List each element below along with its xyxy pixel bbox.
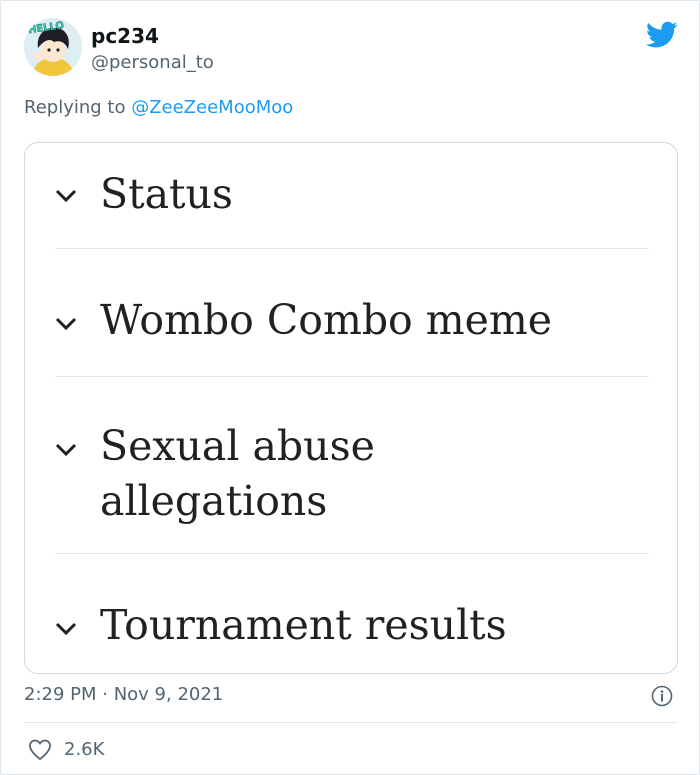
display-name[interactable]: pc234 <box>91 23 159 49</box>
section-divider <box>55 376 649 377</box>
section-label: Status <box>100 170 233 218</box>
section-label: Tournament results <box>100 601 507 649</box>
chevron-down-icon <box>55 622 77 636</box>
replying-to: Replying to @ZeeZeeMooMoo <box>24 96 293 120</box>
twitter-bird-icon[interactable] <box>646 21 678 49</box>
replying-prefix: Replying to <box>24 97 132 118</box>
reply-mention-link[interactable]: @ZeeZeeMooMoo <box>131 97 293 118</box>
accordion-section-wombo-combo[interactable]: Wombo Combo meme <box>55 293 649 353</box>
avatar[interactable]: HELLO <box>24 18 82 76</box>
tweet-card: HELLO pc234 @personal_to Replying to @Ze… <box>0 0 700 775</box>
chevron-down-icon <box>55 189 77 203</box>
info-icon[interactable] <box>651 685 673 707</box>
section-divider <box>55 248 649 249</box>
tweet-timestamp[interactable]: 2:29 PM · Nov 9, 2021 <box>24 683 223 707</box>
section-divider <box>55 553 649 554</box>
accordion-section-allegations[interactable]: Sexual abuse allegations <box>55 419 649 529</box>
accordion-section-tournament[interactable]: Tournament results <box>55 598 649 658</box>
embedded-image-card: Status Wombo Combo meme Sexual abuse all… <box>24 142 678 674</box>
section-label: Wombo Combo meme <box>100 296 553 344</box>
heart-icon[interactable] <box>28 739 52 761</box>
like-count[interactable]: 2.6K <box>64 738 104 762</box>
section-label-line1: Sexual abuse <box>100 422 375 470</box>
footer-divider <box>24 722 678 723</box>
accordion-section-status[interactable]: Status <box>55 167 649 227</box>
chevron-down-icon <box>55 317 77 331</box>
section-label-line2: allegations <box>100 477 328 525</box>
user-handle[interactable]: @personal_to <box>91 51 214 75</box>
chevron-down-icon <box>55 443 77 457</box>
